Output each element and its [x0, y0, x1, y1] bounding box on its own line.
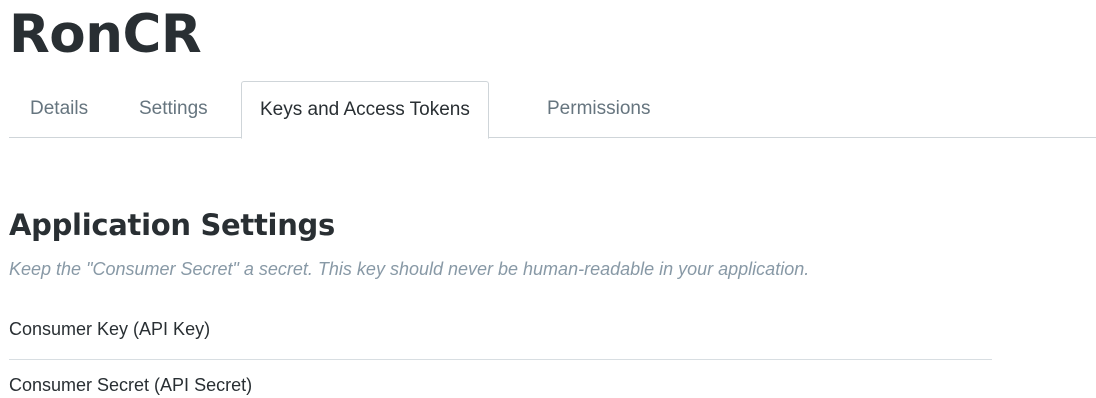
tab-permissions[interactable]: Permissions [547, 81, 650, 138]
tab-settings[interactable]: Settings [139, 81, 208, 138]
tab-bar: Details Settings Keys and Access Tokens … [9, 81, 1096, 139]
tab-keys-and-access-tokens[interactable]: Keys and Access Tokens [241, 81, 489, 139]
section-heading-application-settings: Application Settings [9, 208, 335, 242]
consumer-key-label: Consumer Key (API Key) [9, 317, 992, 360]
app-title: RonCR [9, 4, 202, 65]
consumer-secret-warning: Keep the "Consumer Secret" a secret. Thi… [9, 259, 810, 279]
tab-details[interactable]: Details [30, 81, 88, 138]
consumer-secret-label: Consumer Secret (API Secret) [9, 375, 253, 395]
